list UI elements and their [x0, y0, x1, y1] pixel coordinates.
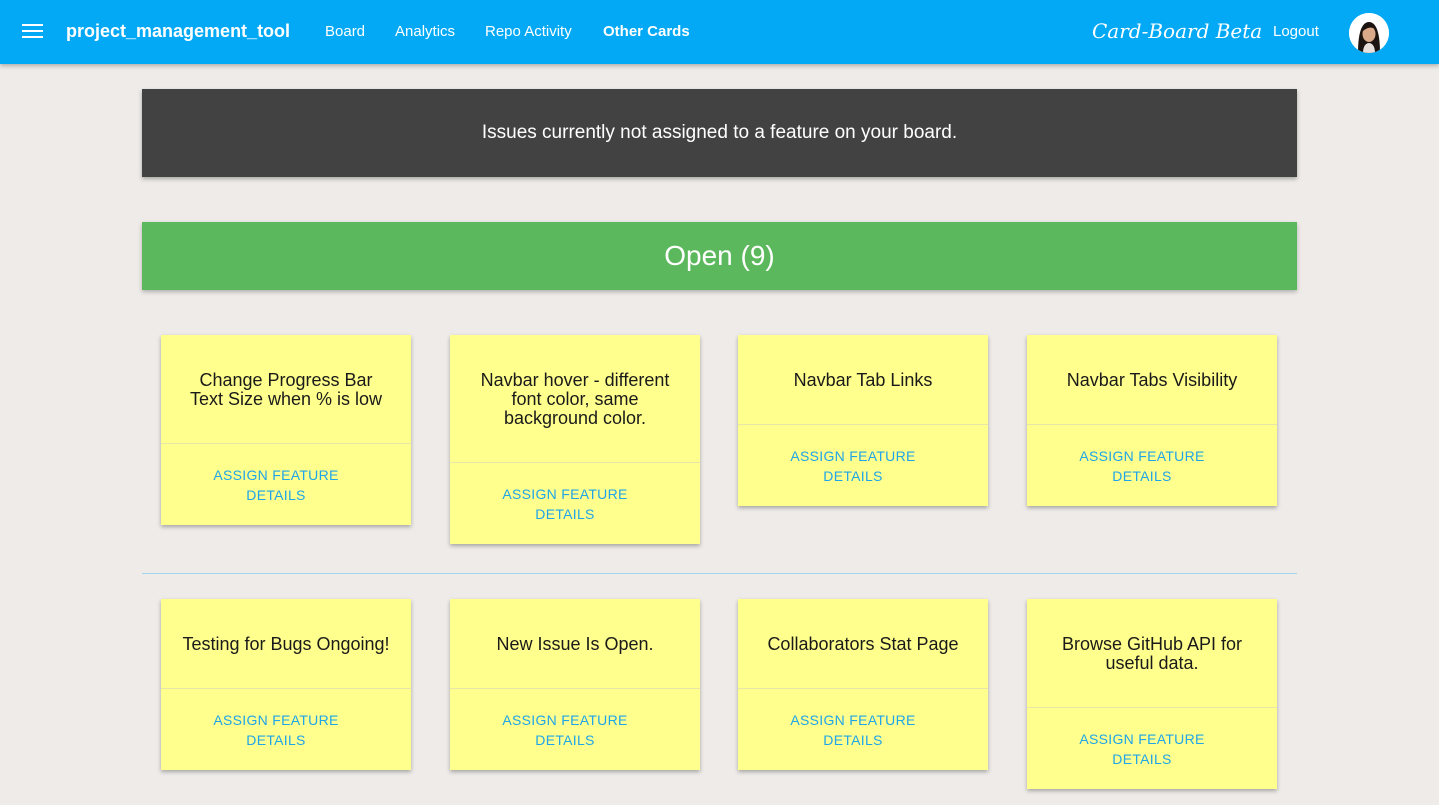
top-navbar: project_management_tool Board Analytics …: [0, 0, 1439, 64]
card-actions: ASSIGN FEATURE DETAILS: [450, 463, 700, 544]
card-actions: ASSIGN FEATURE DETAILS: [450, 689, 700, 770]
project-name[interactable]: project_management_tool: [66, 21, 290, 42]
card-actions: ASSIGN FEATURE DETAILS: [738, 689, 988, 770]
row-divider: [142, 573, 1297, 574]
details-button[interactable]: DETAILS: [738, 466, 988, 486]
card-title: Testing for Bugs Ongoing!: [161, 599, 411, 689]
issue-card: New Issue Is Open. ASSIGN FEATURE DETAIL…: [450, 599, 700, 770]
card-title: Navbar Tab Links: [738, 335, 988, 425]
user-avatar[interactable]: [1349, 13, 1389, 53]
card-actions: ASSIGN FEATURE DETAILS: [738, 425, 988, 506]
card-title: Navbar Tabs Visibility: [1027, 335, 1277, 425]
app-title: Card-Board Beta: [1092, 19, 1263, 43]
details-button[interactable]: DETAILS: [161, 730, 411, 750]
issue-card: Change Progress Bar Text Size when % is …: [161, 335, 411, 525]
issue-card: Collaborators Stat Page ASSIGN FEATURE D…: [738, 599, 988, 770]
assign-feature-button[interactable]: ASSIGN FEATURE: [161, 465, 411, 485]
card-title: Collaborators Stat Page: [738, 599, 988, 689]
card-actions: ASSIGN FEATURE DETAILS: [1027, 708, 1277, 789]
nav-link-repo-activity[interactable]: Repo Activity: [485, 23, 572, 40]
issue-card: Navbar hover - different font color, sam…: [450, 335, 700, 544]
details-button[interactable]: DETAILS: [450, 730, 700, 750]
issue-card: Browse GitHub API for useful data. ASSIG…: [1027, 599, 1277, 789]
nav-link-board[interactable]: Board: [325, 23, 365, 40]
logout-link[interactable]: Logout: [1273, 23, 1319, 40]
nav-link-other-cards[interactable]: Other Cards: [603, 23, 690, 40]
assign-feature-button[interactable]: ASSIGN FEATURE: [1027, 446, 1277, 466]
assign-feature-button[interactable]: ASSIGN FEATURE: [161, 710, 411, 730]
details-button[interactable]: DETAILS: [1027, 749, 1277, 769]
assign-feature-button[interactable]: ASSIGN FEATURE: [450, 710, 700, 730]
details-button[interactable]: DETAILS: [450, 504, 700, 524]
card-actions: ASSIGN FEATURE DETAILS: [1027, 425, 1277, 506]
details-button[interactable]: DETAILS: [738, 730, 988, 750]
card-title: New Issue Is Open.: [450, 599, 700, 689]
assign-feature-button[interactable]: ASSIGN FEATURE: [738, 710, 988, 730]
open-issues-header: Open (9): [142, 222, 1297, 290]
card-title: Change Progress Bar Text Size when % is …: [161, 335, 411, 444]
unassigned-issues-banner: Issues currently not assigned to a featu…: [142, 89, 1297, 177]
issue-card: Navbar Tab Links ASSIGN FEATURE DETAILS: [738, 335, 988, 506]
card-title: Browse GitHub API for useful data.: [1027, 599, 1277, 708]
issue-card: Navbar Tabs Visibility ASSIGN FEATURE DE…: [1027, 335, 1277, 506]
assign-feature-button[interactable]: ASSIGN FEATURE: [738, 446, 988, 466]
details-button[interactable]: DETAILS: [1027, 466, 1277, 486]
user-avatar-icon: [1349, 13, 1389, 53]
card-actions: ASSIGN FEATURE DETAILS: [161, 689, 411, 770]
assign-feature-button[interactable]: ASSIGN FEATURE: [1027, 729, 1277, 749]
details-button[interactable]: DETAILS: [161, 485, 411, 505]
card-title: Navbar hover - different font color, sam…: [450, 335, 700, 463]
card-actions: ASSIGN FEATURE DETAILS: [161, 444, 411, 525]
issue-card: Testing for Bugs Ongoing! ASSIGN FEATURE…: [161, 599, 411, 770]
hamburger-menu-icon[interactable]: [22, 23, 43, 39]
assign-feature-button[interactable]: ASSIGN FEATURE: [450, 484, 700, 504]
nav-link-analytics[interactable]: Analytics: [395, 23, 455, 40]
